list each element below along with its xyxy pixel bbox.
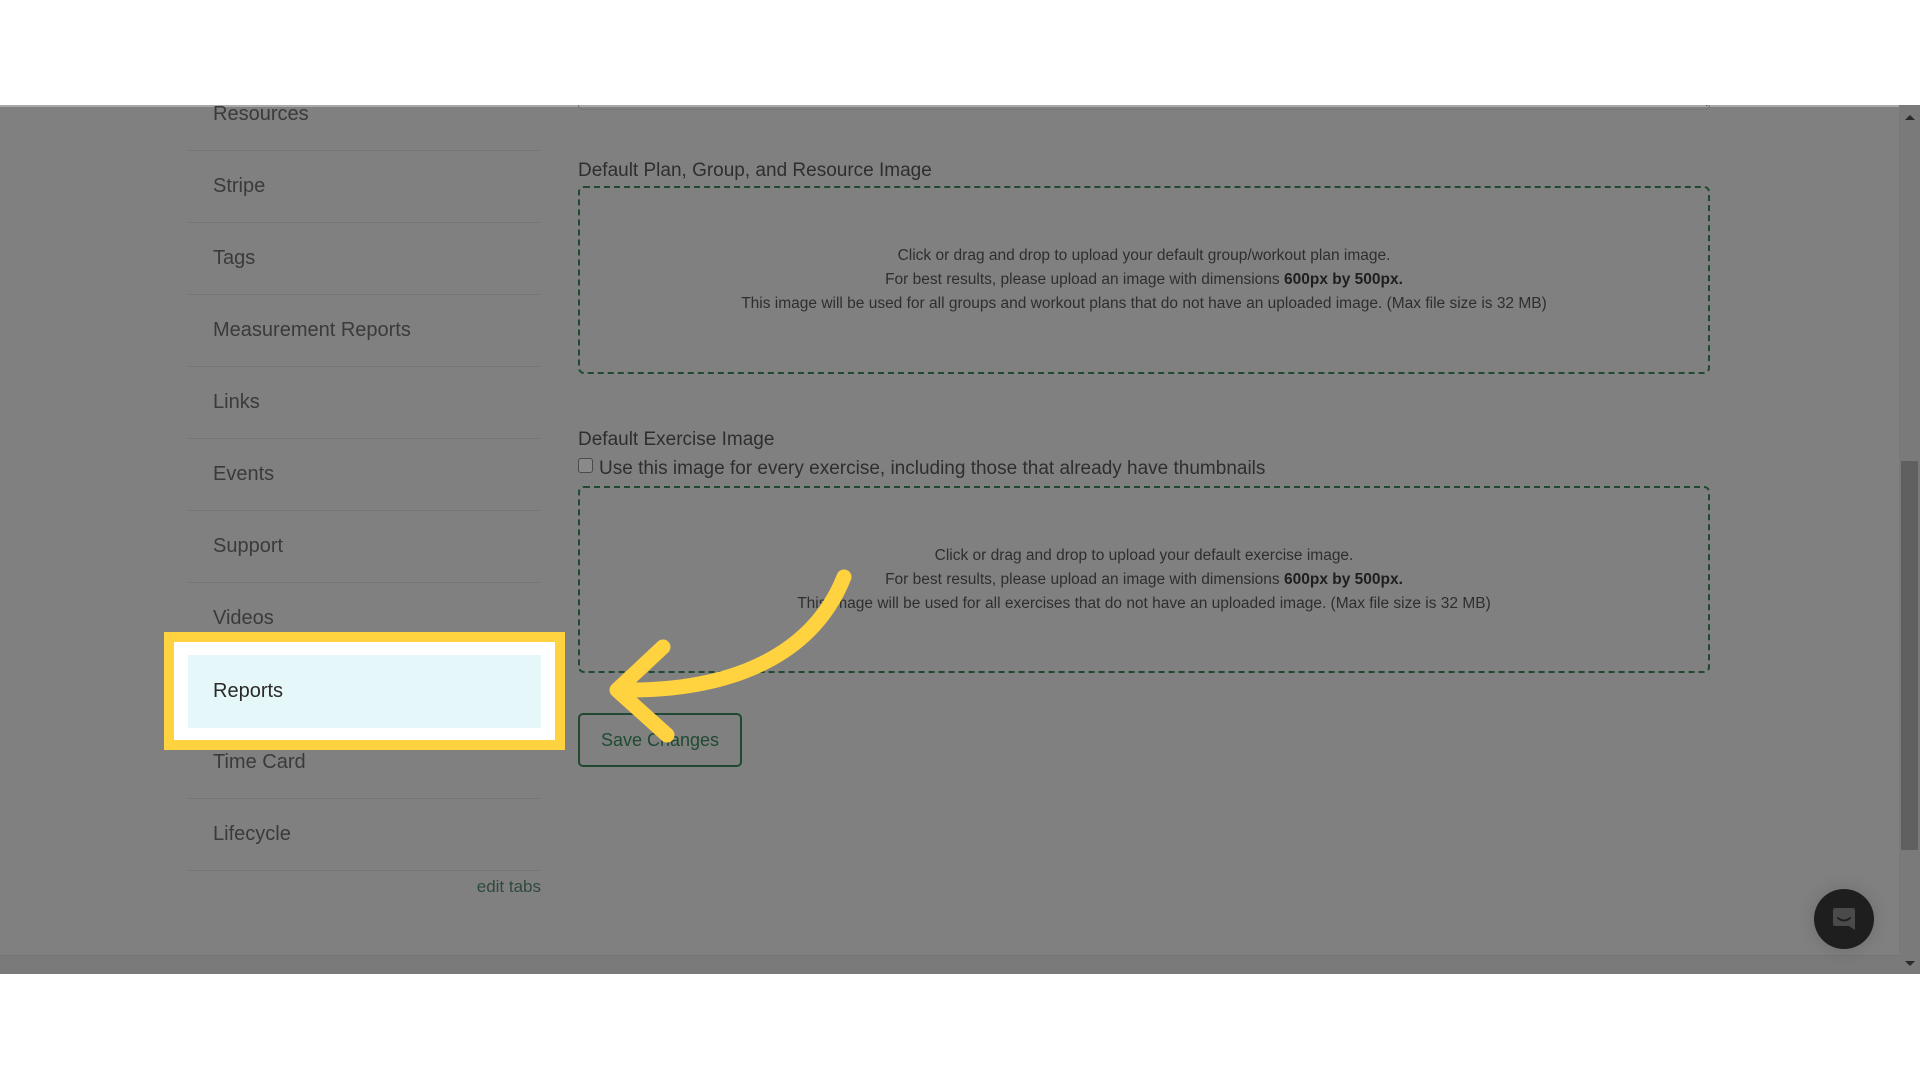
- sidebar-item-reports[interactable]: Reports: [188, 655, 541, 728]
- vertical-scrollbar[interactable]: [1899, 105, 1920, 974]
- dropzone-dimensions: For best results, please upload an image…: [885, 268, 1403, 292]
- sidebar-item-tags[interactable]: Tags: [188, 223, 541, 295]
- plan-image-dropzone[interactable]: Click or drag and drop to upload your de…: [578, 186, 1710, 374]
- save-changes-button[interactable]: Save Changes: [578, 713, 742, 767]
- sidebar-item-label: Measurement Reports: [213, 319, 411, 341]
- sidebar-item-label: Lifecycle: [213, 823, 291, 845]
- dimensions-value: 600px by 500px: [1283, 570, 1399, 588]
- dropzone-instruction: Click or drag and drop to upload your de…: [897, 247, 1391, 264]
- dropzone-note: This image will be used for all groups a…: [741, 295, 1547, 312]
- exercise-image-dropzone[interactable]: Click or drag and drop to upload your de…: [578, 486, 1710, 673]
- resize-grip-icon[interactable]: //: [1706, 105, 1709, 108]
- checkbox-label: Use this image for every exercise, inclu…: [599, 458, 1266, 479]
- scroll-down-arrow-icon[interactable]: [1905, 961, 1915, 966]
- dimensions-prefix: For best results, please upload an image…: [885, 570, 1284, 588]
- sidebar-item-label: Tags: [213, 247, 256, 269]
- sidebar-item-lifecycle[interactable]: Lifecycle: [188, 799, 541, 871]
- sidebar-item-resources[interactable]: Resources: [188, 105, 541, 151]
- settings-sidebar: Resources Stripe Tags Measurement Report…: [188, 105, 541, 896]
- dimensions-value: 600px by 500px: [1283, 271, 1399, 288]
- dropzone-note: This image will be used for all exercise…: [797, 594, 1491, 612]
- horizontal-scrollbar[interactable]: [0, 955, 1899, 974]
- scrollbar-thumb[interactable]: [1901, 461, 1918, 850]
- chat-bubble-icon: [1833, 908, 1855, 930]
- dimensions-suffix: .: [1398, 271, 1403, 288]
- sidebar-item-links[interactable]: Links: [188, 367, 541, 439]
- chat-launcher-button[interactable]: [1814, 889, 1874, 949]
- use-for-every-exercise-checkbox[interactable]: [578, 457, 593, 473]
- dropzone-dimensions: For best results, please upload an image…: [885, 568, 1403, 592]
- sidebar-item-support[interactable]: Support: [188, 511, 541, 583]
- description-textarea[interactable]: //: [578, 105, 1710, 110]
- scroll-up-arrow-icon[interactable]: [1905, 115, 1915, 120]
- sidebar-item-stripe[interactable]: Stripe: [188, 151, 541, 223]
- dimensions-prefix: For best results, please upload an image…: [885, 271, 1284, 288]
- dropzone-instruction: Click or drag and drop to upload your de…: [934, 546, 1354, 564]
- sidebar-item-label: Support: [213, 535, 284, 557]
- dimmed-page-viewport: Resources Stripe Tags Measurement Report…: [0, 105, 1920, 974]
- use-for-every-exercise-option[interactable]: Use this image for every exercise, inclu…: [578, 457, 1266, 480]
- plan-image-label: Default Plan, Group, and Resource Image: [578, 160, 932, 181]
- sidebar-item-label: Reports: [213, 680, 284, 702]
- sidebar-item-label: Resources: [213, 105, 309, 125]
- sidebar-item-label: Stripe: [213, 175, 266, 197]
- sidebar-item-events[interactable]: Events: [188, 439, 541, 511]
- dimensions-suffix: .: [1398, 570, 1403, 588]
- exercise-image-label: Default Exercise Image: [578, 429, 775, 450]
- sidebar-item-label: Videos: [213, 607, 274, 629]
- sidebar-item-label: Time Card: [213, 751, 306, 773]
- sidebar-item-label: Links: [213, 391, 260, 413]
- edit-tabs-link[interactable]: edit tabs: [477, 877, 541, 897]
- sidebar-item-label: Events: [213, 463, 275, 485]
- sidebar-item-measurement-reports[interactable]: Measurement Reports: [188, 295, 541, 367]
